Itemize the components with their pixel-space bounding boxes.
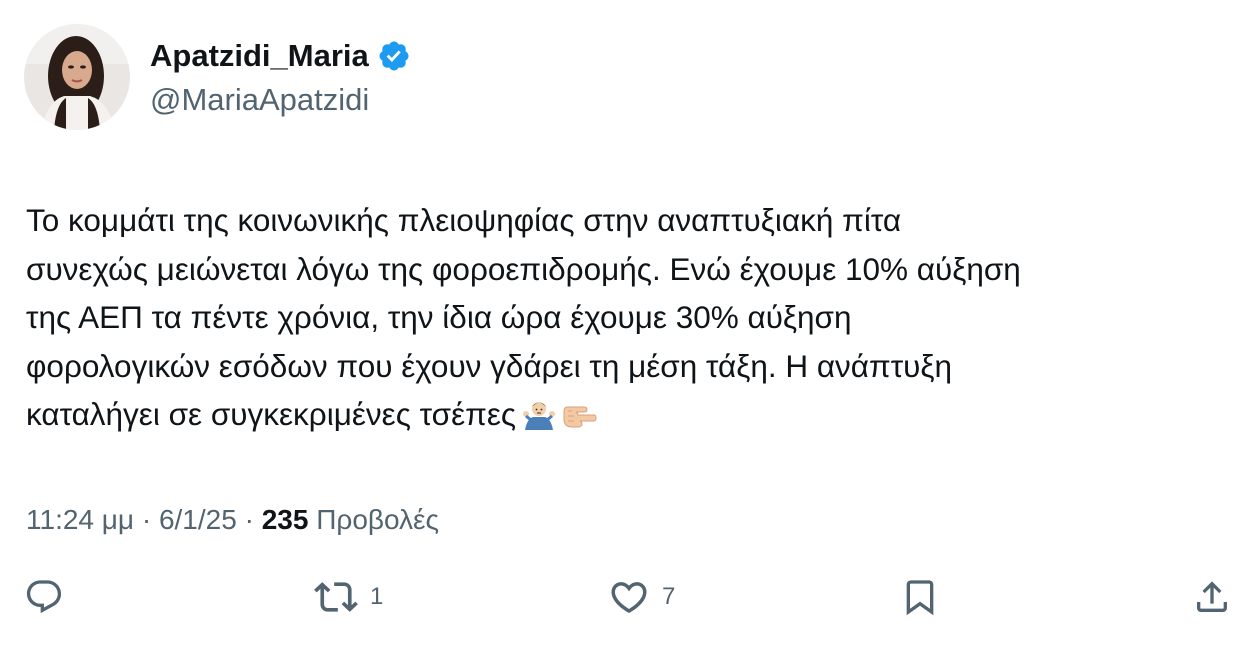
tweet-text-line: της ΑΕΠ τα πέντε χρόνια, την ίδια ώρα έχ…: [26, 299, 852, 335]
bookmark-button[interactable]: [900, 574, 940, 620]
share-icon: [1192, 577, 1232, 617]
retweet-button[interactable]: 1: [314, 574, 383, 620]
retweet-icon: [314, 575, 358, 619]
reply-icon: [24, 577, 64, 617]
meta-separator: ·: [244, 504, 254, 535]
tweet-text-line-last: καταλήγει σε συγκεκριμένες τσέπες: [26, 390, 1241, 445]
man-shrugging-icon: [522, 396, 556, 445]
author-name-row: Apatzidi_Maria: [150, 36, 411, 76]
meta-separator: ·: [141, 504, 152, 535]
tweet-meta: 11:24 μμ · 6/1/25 · 235 Προβολές: [26, 500, 439, 540]
verified-badge-icon[interactable]: [377, 39, 411, 73]
tweet-time[interactable]: 11:24 μμ: [26, 504, 134, 535]
display-name[interactable]: Apatzidi_Maria: [150, 36, 369, 76]
reply-button[interactable]: [24, 574, 64, 620]
views-label: Προβολές: [316, 504, 440, 535]
tweet-text-line: Το κομμάτι της κοινωνικής πλειοψηφίας στ…: [26, 202, 902, 238]
tweet-text: Το κομμάτι της κοινωνικής πλειοψηφίας στ…: [26, 196, 1241, 445]
retweet-count: 1: [370, 583, 384, 610]
pointing-hand-icon: [562, 396, 598, 445]
views-count: 235: [261, 504, 309, 535]
author-handle[interactable]: @MariaApatzidi: [150, 80, 369, 120]
action-bar: 1 7: [0, 574, 1256, 620]
avatar[interactable]: [24, 24, 130, 130]
tweet-text-line-content: καταλήγει σε συγκεκριμένες τσέπες: [26, 396, 517, 432]
share-button[interactable]: [1192, 574, 1232, 620]
heart-icon: [608, 576, 650, 618]
like-count: 7: [662, 583, 676, 610]
like-button[interactable]: 7: [608, 574, 675, 620]
bookmark-icon: [900, 577, 940, 617]
tweet-text-line: συνεχώς μειώνεται λόγω της φοροεπιδρομής…: [26, 250, 1021, 287]
tweet-text-line: φορολογικών εσόδων που έχουν γδάρει τη μ…: [26, 347, 953, 384]
tweet-date[interactable]: 6/1/25: [159, 504, 237, 535]
tweet-card: Apatzidi_Maria @MariaApatzidi Το κομμάτι…: [0, 0, 1256, 650]
